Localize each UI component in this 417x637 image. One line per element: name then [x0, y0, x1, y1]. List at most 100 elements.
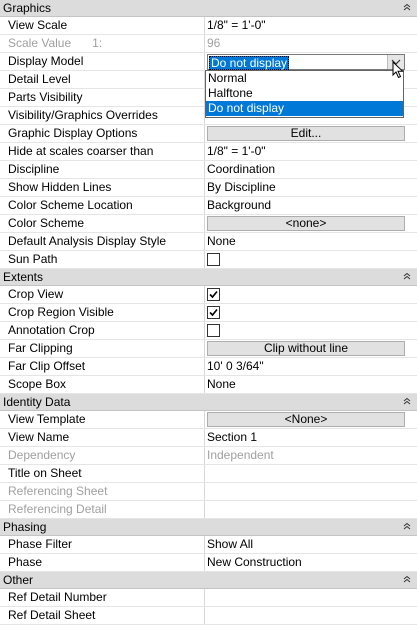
property-row-graphic-display-options[interactable]: Graphic Display Options Edit...	[0, 125, 417, 143]
property-label: Far Clip Offset	[8, 359, 86, 373]
property-value-cell: 96	[205, 35, 417, 52]
property-row-phase-filter[interactable]: Phase Filter Show All	[0, 536, 417, 554]
property-value-cell[interactable]: Do not display	[205, 53, 417, 70]
collapse-chevron-up-icon[interactable]	[401, 269, 413, 285]
property-label: Crop Region Visible	[8, 305, 114, 319]
section-header-other[interactable]: Other	[0, 572, 417, 589]
property-label: Detail Level	[8, 72, 71, 86]
property-value-cell[interactable]: Clip without line	[205, 340, 417, 357]
property-label: Far Clipping	[8, 341, 73, 355]
property-value-cell[interactable]: <None>	[205, 411, 417, 428]
combobox-selected-value: Do not display	[209, 56, 290, 70]
property-value-cell[interactable]: Background	[205, 197, 417, 214]
property-row-annotation-crop[interactable]: Annotation Crop	[0, 322, 417, 340]
property-value-cell: Independent	[205, 447, 417, 464]
color-scheme-button[interactable]: <none>	[207, 216, 405, 231]
property-row-title-on-sheet[interactable]: Title on Sheet	[0, 465, 417, 483]
property-value-cell[interactable]: New Construction	[205, 554, 417, 571]
far-clipping-button[interactable]: Clip without line	[207, 341, 405, 356]
property-row-view-template[interactable]: View Template <None>	[0, 411, 417, 429]
property-row-referencing-detail: Referencing Detail	[0, 501, 417, 519]
collapse-chevron-up-icon[interactable]	[401, 572, 413, 588]
property-value: 96	[207, 36, 221, 50]
property-label: Referencing Sheet	[8, 484, 108, 498]
sun-path-checkbox[interactable]	[207, 253, 220, 266]
view-template-button[interactable]: <None>	[207, 412, 405, 427]
property-row-view-scale[interactable]: View Scale 1/8" = 1'-0"	[0, 17, 417, 35]
property-row-crop-view[interactable]: Crop View	[0, 286, 417, 304]
property-row-crop-region-visible[interactable]: Crop Region Visible	[0, 304, 417, 322]
property-value-cell[interactable]: None	[205, 376, 417, 393]
property-value: 1/8" = 1'-0"	[207, 144, 266, 158]
property-row-hide-at-scales-coarser-than[interactable]: Hide at scales coarser than 1/8" = 1'-0"	[0, 143, 417, 161]
property-name: Display Model	[0, 53, 205, 70]
property-row-scale-value: Scale Value 1: 96	[0, 35, 417, 53]
property-row-far-clipping[interactable]: Far Clipping Clip without line	[0, 340, 417, 358]
property-name: View Name	[0, 429, 205, 446]
property-value-cell[interactable]: By Discipline	[205, 179, 417, 196]
property-name: Annotation Crop	[0, 322, 205, 339]
section-header-identity-data[interactable]: Identity Data	[0, 394, 417, 411]
property-value-cell[interactable]: Edit...	[205, 125, 417, 142]
display-model-dropdown-list[interactable]: Normal Halftone Do not display	[205, 70, 404, 118]
property-value-cell	[205, 483, 417, 500]
property-row-discipline[interactable]: Discipline Coordination	[0, 161, 417, 179]
property-value-cell[interactable]: 1/8" = 1'-0"	[205, 17, 417, 34]
dropdown-option-do-not-display[interactable]: Do not display	[206, 101, 403, 116]
property-name: Hide at scales coarser than	[0, 143, 205, 160]
property-value: Independent	[207, 448, 274, 462]
property-row-color-scheme[interactable]: Color Scheme <none>	[0, 215, 417, 233]
property-value: Coordination	[207, 162, 276, 176]
collapse-chevron-up-icon[interactable]	[401, 394, 413, 410]
property-value-cell[interactable]	[205, 322, 417, 339]
property-value: 1/8" = 1'-0"	[207, 18, 266, 32]
dropdown-option-normal[interactable]: Normal	[206, 71, 403, 86]
property-value-cell[interactable]	[205, 286, 417, 303]
property-row-sun-path[interactable]: Sun Path	[0, 251, 417, 269]
display-model-combobox[interactable]: Do not display	[207, 54, 405, 70]
property-value-cell[interactable]: 10' 0 3/64"	[205, 358, 417, 375]
property-value-cell[interactable]: 1/8" = 1'-0"	[205, 143, 417, 160]
property-value-cell[interactable]: Section 1	[205, 429, 417, 446]
checkmark-icon	[209, 308, 218, 317]
property-name: Detail Level	[0, 71, 205, 88]
property-name: Scale Value 1:	[0, 35, 205, 52]
property-value-cell[interactable]	[205, 465, 417, 482]
property-row-ref-detail-number[interactable]: Ref Detail Number	[0, 589, 417, 607]
property-value-cell[interactable]	[205, 607, 417, 624]
property-label: Crop View	[8, 287, 64, 301]
property-row-color-scheme-location[interactable]: Color Scheme Location Background	[0, 197, 417, 215]
property-value-cell[interactable]	[205, 589, 417, 606]
property-value-cell[interactable]	[205, 251, 417, 268]
property-row-display-model[interactable]: Display Model Do not display	[0, 53, 417, 71]
property-name: Referencing Sheet	[0, 483, 205, 500]
dropdown-option-halftone[interactable]: Halftone	[206, 86, 403, 101]
annotation-crop-checkbox[interactable]	[207, 324, 220, 337]
graphic-display-options-button[interactable]: Edit...	[207, 126, 405, 141]
property-row-view-name[interactable]: View Name Section 1	[0, 429, 417, 447]
section-header-graphics[interactable]: Graphics	[0, 0, 417, 17]
property-value-cell[interactable]: <none>	[205, 215, 417, 232]
collapse-chevron-up-icon[interactable]	[401, 0, 413, 16]
property-row-phase[interactable]: Phase New Construction	[0, 554, 417, 572]
property-value-cell[interactable]: Show All	[205, 536, 417, 553]
property-label: Sun Path	[8, 252, 58, 266]
collapse-chevron-up-icon[interactable]	[401, 519, 413, 535]
property-name: Color Scheme Location	[0, 197, 205, 214]
property-name: Ref Detail Number	[0, 589, 205, 606]
property-label: Parts Visibility	[8, 90, 83, 104]
crop-region-visible-checkbox[interactable]	[207, 306, 220, 319]
property-row-scope-box[interactable]: Scope Box None	[0, 376, 417, 394]
property-row-default-analysis-display-style[interactable]: Default Analysis Display Style None	[0, 233, 417, 251]
property-row-far-clip-offset[interactable]: Far Clip Offset 10' 0 3/64"	[0, 358, 417, 376]
section-header-extents[interactable]: Extents	[0, 269, 417, 286]
crop-view-checkbox[interactable]	[207, 288, 220, 301]
property-value-cell[interactable]: Coordination	[205, 161, 417, 178]
property-row-show-hidden-lines[interactable]: Show Hidden Lines By Discipline	[0, 179, 417, 197]
property-label: View Name	[8, 430, 70, 444]
property-value-cell[interactable]	[205, 304, 417, 321]
property-value-cell[interactable]: None	[205, 233, 417, 250]
section-header-phasing[interactable]: Phasing	[0, 519, 417, 536]
property-name: Crop View	[0, 286, 205, 303]
property-row-ref-detail-sheet[interactable]: Ref Detail Sheet	[0, 607, 417, 625]
